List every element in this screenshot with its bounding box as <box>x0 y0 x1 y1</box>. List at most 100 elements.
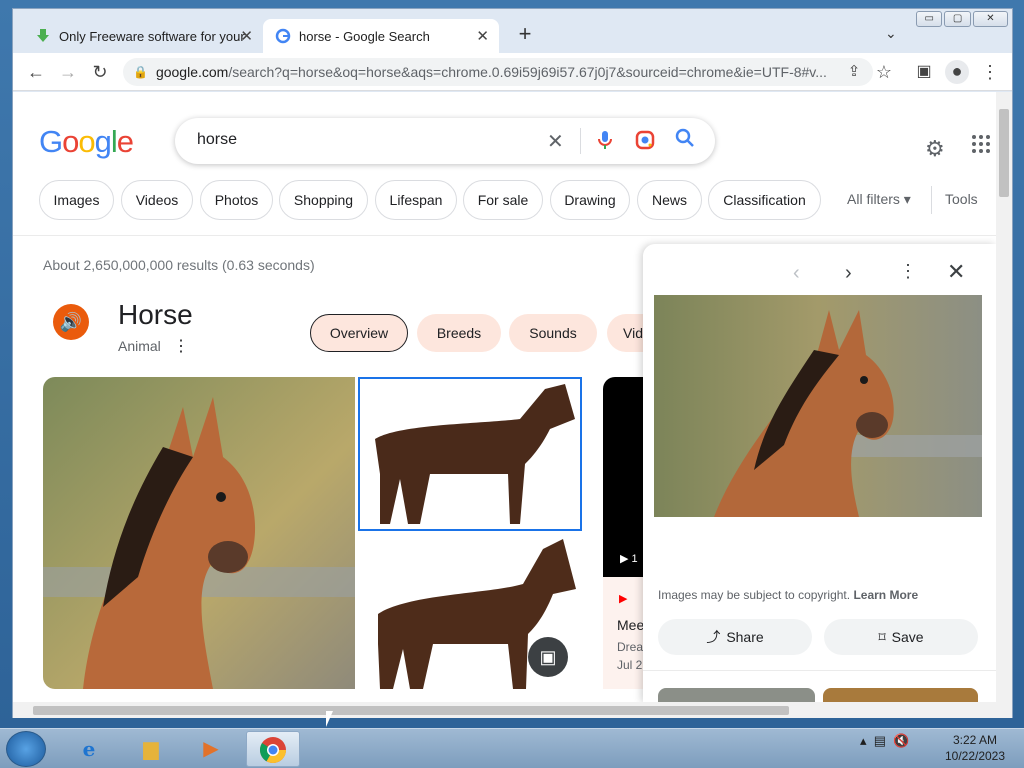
preview-image[interactable] <box>654 295 982 517</box>
settings-gear-icon[interactable]: ⚙ <box>925 136 945 162</box>
close-icon[interactable]: ✕ <box>476 27 489 45</box>
tab-title: horse - Google Search <box>299 28 430 44</box>
clock-time: 3:22 AM <box>952 733 998 747</box>
more-options-icon[interactable]: ⋮ <box>899 261 917 282</box>
chrome-taskbar-icon[interactable] <box>246 731 300 767</box>
start-button[interactable] <box>6 731 46 767</box>
bookmark-icon: ⌑ <box>878 628 886 645</box>
url-path: /search?q=horse&oq=horse&aqs=chrome.0.69… <box>228 64 827 80</box>
url-host: google.com <box>155 64 229 80</box>
youtube-icon: ▶ <box>619 593 628 605</box>
tab-search-icon[interactable]: ⌄ <box>885 25 897 42</box>
logo-letter: o <box>78 124 95 159</box>
logo-letter: g <box>94 124 112 159</box>
url-text[interactable]: google.com/search?q=horse&oq=horse&aqs=c… <box>156 64 836 80</box>
share-button[interactable]: ⤴ Share <box>658 619 812 655</box>
close-window-button[interactable]: ✕ <box>972 11 1008 27</box>
logo-letter: o <box>62 124 79 159</box>
close-icon[interactable]: ✕ <box>240 27 253 45</box>
close-icon[interactable]: ✕ <box>947 259 965 285</box>
google-favicon-icon <box>275 28 291 44</box>
download-icon <box>35 28 51 44</box>
copyright-notice: Images may be subject to copyright. Lear… <box>658 588 918 602</box>
video-date: Jul 2 <box>617 658 643 672</box>
maximize-button[interactable]: ▢ <box>944 11 971 27</box>
tools-button[interactable]: Tools <box>945 191 978 207</box>
reload-icon[interactable]: ↻ <box>89 61 111 83</box>
logo-letter: G <box>39 124 63 159</box>
address-bar[interactable]: 🔒 google.com/search?q=horse&oq=horse&aqs… <box>123 58 873 86</box>
related-image-thumbnail[interactable] <box>658 688 815 702</box>
search-icon[interactable] <box>675 128 695 154</box>
chip-shopping[interactable]: Shopping <box>279 180 368 220</box>
share-page-icon[interactable]: ⇪ <box>843 61 865 83</box>
tab-freeware[interactable]: Only Freeware software for your ✕ <box>23 19 263 53</box>
save-button[interactable]: ⌑ Save <box>824 619 978 655</box>
media-player-icon[interactable]: ▶ <box>184 731 238 767</box>
chip-lifespan[interactable]: Lifespan <box>375 180 457 220</box>
google-logo[interactable]: Google <box>39 124 134 160</box>
tab-google-search[interactable]: horse - Google Search ✕ <box>263 19 499 53</box>
forward-icon[interactable]: → <box>57 61 79 83</box>
more-options-icon[interactable]: ⋮ <box>173 336 189 356</box>
chip-drawing[interactable]: Drawing <box>550 180 630 220</box>
image-search-icon[interactable]: ▣ <box>528 637 568 677</box>
minimize-button[interactable]: ▭ <box>916 11 943 27</box>
chip-images[interactable]: Images <box>39 180 114 220</box>
video-source: Drea <box>617 640 644 654</box>
tab-breeds[interactable]: Breeds <box>417 314 501 352</box>
learn-more-link[interactable]: Learn More <box>853 588 918 602</box>
google-apps-icon[interactable] <box>971 134 991 160</box>
vertical-scroll-thumb[interactable] <box>999 109 1009 197</box>
window-controls: ▭ ▢ ✕ <box>916 11 1008 29</box>
system-tray[interactable]: ▴ ▤ 🔇 <box>860 733 909 749</box>
tab-overview[interactable]: Overview <box>310 314 408 352</box>
share-label: Share <box>726 629 764 645</box>
back-icon[interactable]: ← <box>25 61 47 83</box>
tab-title: Only Freeware software for your <box>59 28 245 44</box>
entity-title: Horse <box>118 299 193 330</box>
related-image-thumbnail[interactable] <box>823 688 978 702</box>
chip-classification[interactable]: Classification <box>708 180 821 220</box>
chip-videos[interactable]: Videos <box>121 180 193 220</box>
chip-photos[interactable]: Photos <box>200 180 273 220</box>
horse-image-main[interactable] <box>43 377 355 689</box>
side-panel-icon[interactable]: ▣ <box>913 61 935 83</box>
divider <box>643 670 996 671</box>
divider <box>580 128 581 154</box>
google-lens-icon[interactable] <box>635 130 655 155</box>
internet-explorer-icon[interactable]: e <box>62 731 116 767</box>
chip-news[interactable]: News <box>637 180 702 220</box>
microphone-icon[interactable] <box>597 130 613 155</box>
profile-avatar-icon[interactable]: ● <box>945 60 969 84</box>
speaker-icon[interactable]: 🔊 <box>53 304 89 340</box>
lock-icon: 🔒 <box>133 65 148 79</box>
save-label: Save <box>891 629 924 645</box>
video-title[interactable]: Mee <box>617 617 644 633</box>
search-box[interactable]: horse ✕ <box>175 118 715 164</box>
new-tab-button[interactable]: + <box>513 23 537 47</box>
previous-icon[interactable]: ‹ <box>793 262 800 285</box>
all-filters-button[interactable]: All filters ▾ <box>847 191 911 208</box>
next-icon[interactable]: › <box>845 262 852 285</box>
browser-toolbar: ← → ↻ 🔒 google.com/search?q=horse&oq=hor… <box>13 53 1012 91</box>
result-stats: About 2,650,000,000 results (0.63 second… <box>43 257 315 273</box>
chip-for-sale[interactable]: For sale <box>463 180 543 220</box>
logo-letter: e <box>116 124 134 159</box>
copyright-text: Images may be subject to copyright. <box>658 588 851 602</box>
entity-subtitle: Animal <box>118 338 161 354</box>
file-explorer-icon[interactable]: ▆ <box>124 731 178 767</box>
menu-icon[interactable]: ⋮ <box>979 61 1001 83</box>
mouse-cursor <box>326 711 333 727</box>
horizontal-scroll-thumb[interactable] <box>33 706 789 715</box>
video-play-label: ▶ 1 <box>620 553 638 565</box>
clear-icon[interactable]: ✕ <box>547 129 564 154</box>
horse-image-standing[interactable] <box>358 377 582 531</box>
tab-sounds[interactable]: Sounds <box>509 314 597 352</box>
bookmark-star-icon[interactable]: ☆ <box>873 61 895 83</box>
clock[interactable]: 3:22 AM 10/22/2023 <box>940 732 1010 764</box>
image-preview-panel: ‹ › ⋮ ✕ Images may be subject to copyrig… <box>643 244 996 702</box>
browser-window: Only Freeware software for your ✕ horse … <box>12 8 1013 718</box>
page-content: Google horse ✕ ⚙ Images Videos Photos Sh… <box>13 92 996 702</box>
search-input[interactable]: horse <box>197 131 237 149</box>
